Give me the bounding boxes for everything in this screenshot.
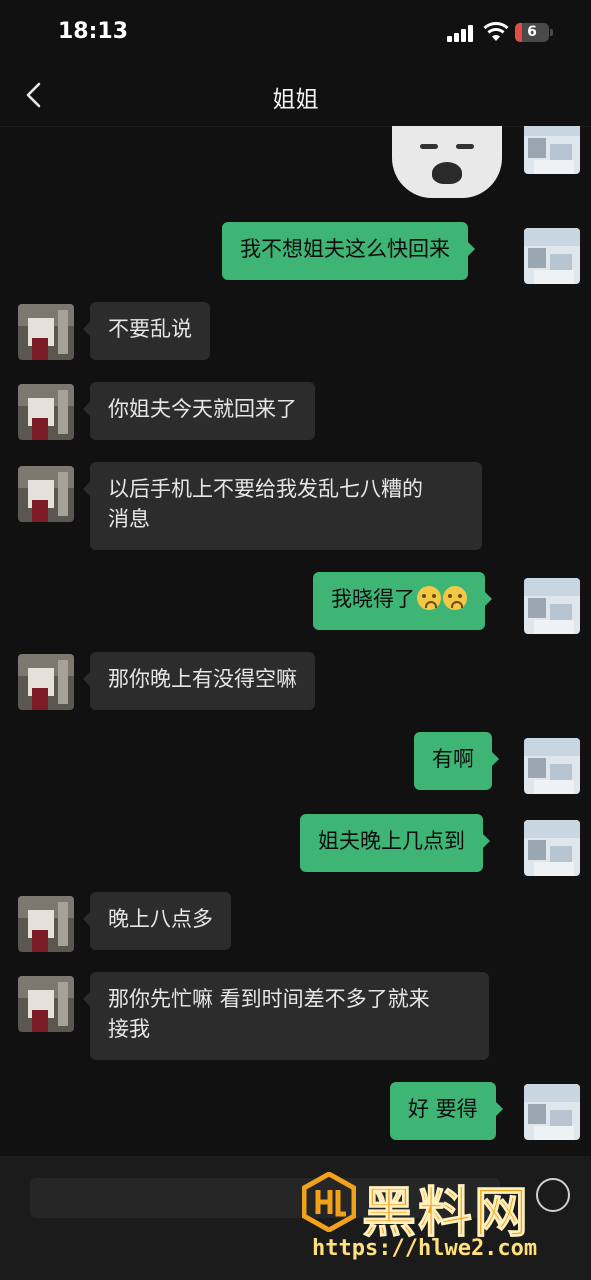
message-text: 晚上八点多	[108, 907, 213, 931]
message-list[interactable]: 我不想姐夫这么快回来 不要乱说 你姐夫今天就回来了 以后手机上不要给我发乱七八糟…	[0, 126, 591, 1156]
nav-bar: 姐姐	[0, 66, 591, 127]
message-text: 不要乱说	[108, 317, 192, 341]
battery-icon: 6	[515, 23, 549, 42]
signal-icon	[447, 24, 475, 42]
message-text-line: 以后手机上不要给我发乱七八糟的	[108, 477, 423, 501]
message-text: 有啊	[432, 747, 474, 771]
message-text-line: 接我	[108, 1017, 150, 1041]
message-text-line: 那你先忙嘛 看到时间差不多了就来	[108, 987, 430, 1011]
message-text-line: 消息	[108, 507, 150, 531]
crying-sticker[interactable]	[392, 126, 502, 198]
message-bubble[interactable]: 好 要得	[390, 1082, 503, 1140]
message-text: 我晓得了	[331, 587, 415, 611]
avatar-contact[interactable]	[18, 896, 74, 952]
watermark-logo-icon	[302, 1172, 356, 1232]
avatar-contact[interactable]	[18, 654, 74, 710]
status-bar: 18:13 6	[0, 0, 591, 66]
avatar-contact[interactable]	[18, 384, 74, 440]
message-bubble[interactable]: 那你晚上有没得空嘛	[83, 652, 315, 710]
message-text: 姐夫晚上几点到	[318, 829, 465, 853]
message-bubble[interactable]: 你姐夫今天就回来了	[83, 382, 315, 440]
status-time: 18:13	[58, 19, 129, 44]
message-bubble[interactable]: 那你先忙嘛 看到时间差不多了就来 接我	[83, 972, 489, 1060]
message-bubble[interactable]: 我不想姐夫这么快回来	[222, 222, 475, 280]
message-bubble[interactable]: 有啊	[414, 732, 499, 790]
message-bubble[interactable]: 晚上八点多	[83, 892, 231, 950]
message-text: 我不想姐夫这么快回来	[240, 237, 450, 261]
message-bubble[interactable]: 姐夫晚上几点到	[300, 814, 490, 872]
message-text: 那你晚上有没得空嘛	[108, 667, 297, 691]
avatar-self[interactable]	[524, 578, 580, 634]
avatar-self[interactable]	[524, 820, 580, 876]
avatar-contact[interactable]	[18, 466, 74, 522]
avatar-self[interactable]	[524, 1084, 580, 1140]
crying-emoji-icon	[443, 586, 467, 610]
message-text: 好 要得	[408, 1097, 478, 1121]
message-bubble[interactable]: 我晓得了	[313, 572, 492, 630]
avatar-self[interactable]	[524, 738, 580, 794]
message-text: 你姐夫今天就回来了	[108, 397, 297, 421]
page-title: 姐姐	[272, 87, 319, 113]
avatar-contact[interactable]	[18, 976, 74, 1032]
avatar-contact[interactable]	[18, 304, 74, 360]
wifi-icon	[483, 22, 509, 41]
crying-emoji-icon	[417, 586, 441, 610]
avatar-self[interactable]	[524, 228, 580, 284]
avatar-self[interactable]	[524, 126, 580, 174]
message-bubble[interactable]: 不要乱说	[83, 302, 210, 360]
battery-tip	[550, 29, 553, 36]
message-bubble[interactable]: 以后手机上不要给我发乱七八糟的 消息	[83, 462, 482, 550]
battery-level: 6	[527, 24, 537, 40]
watermark-url: https://hlwe2.com	[312, 1236, 538, 1261]
voice-icon[interactable]	[536, 1178, 570, 1212]
